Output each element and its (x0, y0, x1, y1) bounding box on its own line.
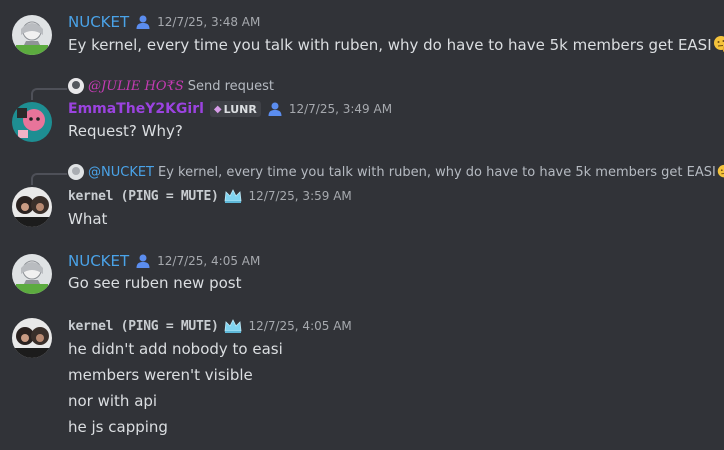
avatar-kernel[interactable] (12, 318, 52, 358)
crown-icon (224, 189, 242, 204)
message-text: Ey kernel, every time you talk with rube… (68, 36, 712, 54)
timestamp: 12/7/25, 4:05 AM (157, 254, 261, 268)
reply-author[interactable]: @JULIE HO₹S (88, 79, 184, 94)
message-line: nor with api (68, 392, 158, 410)
message-header: NUCKET 12/7/25, 3:48 AM (68, 13, 260, 31)
author-name[interactable]: NUCKET (68, 13, 129, 31)
person-icon (268, 102, 282, 116)
message-text: What (68, 210, 108, 228)
avatar-kernel[interactable] (12, 187, 52, 227)
message-content: Ey kernel, every time you talk with rube… (68, 35, 724, 54)
avatar-nucket[interactable] (12, 15, 52, 55)
gem-icon: ◆ (213, 103, 222, 115)
guild-tag-label: LUNR (223, 102, 257, 116)
author-name[interactable]: NUCKET (68, 252, 129, 270)
avatar-nucket[interactable] (12, 254, 52, 294)
guild-tag[interactable]: ◆ LUNR (209, 101, 261, 117)
message-line: members weren't visible (68, 366, 253, 384)
author-name[interactable]: kernel (PING = MUTE) (68, 319, 219, 334)
message-header: EmmaTheY2KGirl ◆ LUNR 12/7/25, 3:49 AM (68, 101, 392, 117)
avatar-emma[interactable] (12, 102, 52, 142)
timestamp: 12/7/25, 4:05 AM (248, 319, 352, 333)
reply-connector (31, 88, 67, 100)
crown-icon (224, 319, 242, 334)
reply-author[interactable]: @NUCKET (88, 165, 154, 180)
reply-preview[interactable]: @NUCKET Ey kernel, every time you talk w… (68, 164, 724, 180)
thinking-emoji (713, 35, 724, 53)
person-icon (136, 15, 150, 29)
message-text: Go see ruben new post (68, 274, 242, 292)
author-name[interactable]: kernel (PING = MUTE) (68, 189, 219, 204)
timestamp: 12/7/25, 3:49 AM (288, 102, 393, 116)
reply-connector (31, 173, 67, 185)
message-header: NUCKET 12/7/25, 4:05 AM (68, 252, 260, 270)
message-line: he js capping (68, 418, 168, 436)
message-header: kernel (PING = MUTE) 12/7/25, 4:05 AM (68, 318, 352, 334)
message-text: Request? Why? (68, 122, 183, 140)
reply-text: Ey kernel, every time you talk with rube… (158, 164, 716, 180)
reply-avatar (68, 78, 84, 94)
timestamp: 12/7/25, 3:59 AM (248, 189, 352, 203)
reply-text: Send request (187, 78, 275, 94)
timestamp: 12/7/25, 3:48 AM (157, 15, 261, 29)
thinking-emoji (717, 164, 724, 180)
person-icon (136, 254, 150, 268)
author-name[interactable]: EmmaTheY2KGirl (68, 101, 204, 117)
reply-preview[interactable]: @JULIE HO₹S Send request (68, 78, 274, 94)
message-line: he didn't add nobody to easi (68, 340, 283, 358)
reply-avatar (68, 164, 84, 180)
message-header: kernel (PING = MUTE) 12/7/25, 3:59 AM (68, 188, 352, 204)
